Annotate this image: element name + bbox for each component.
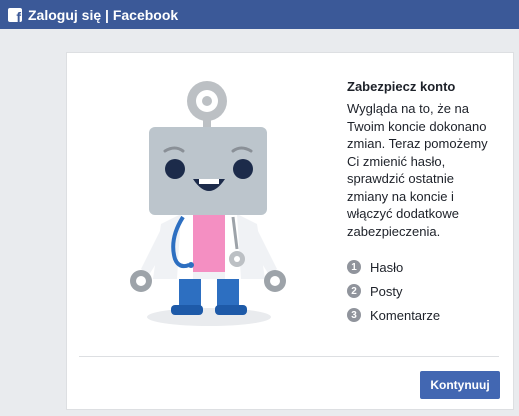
secure-account-card: Zabezpiecz konto Wygląda na to, że na Tw… [66,52,514,410]
description-text: Wygląda na to, że na Twoim koncie dokona… [347,101,488,239]
footer-divider [79,356,499,357]
right-foot [215,305,247,315]
list-item-step-2: 2 Posty [347,279,497,303]
left-eye [165,159,185,179]
steps-list: 1 Hasło 2 Posty 3 Komentarze [347,255,497,327]
window-title: Zaloguj się | Facebook [28,6,179,23]
right-edge [514,29,519,416]
stethoscope-end [188,262,194,268]
head-mirror-center [202,96,212,106]
page-title: Zabezpiecz konto [347,79,456,94]
step-number-badge: 3 [347,308,361,322]
facebook-logo-letter: f [16,8,21,22]
step-number-badge: 1 [347,260,361,274]
title-bar: f Zaloguj się | Facebook [0,0,519,29]
list-item-step-3: 3 Komentarze [347,303,497,327]
step-label: Hasło [370,259,404,275]
list-item-step-1: 1 Hasło [347,255,497,279]
left-hand-gap [136,276,146,286]
content-column: Zabezpiecz konto Wygląda na to, że na Tw… [347,79,497,327]
continue-button[interactable]: Kontynuuj [420,371,500,399]
shirt [193,214,225,272]
teeth [199,179,219,184]
robot-doctor-illustration [130,81,286,326]
step-label: Komentarze [370,307,441,323]
stethoscope-chestpiece-center [234,256,240,262]
left-foot [171,305,203,315]
step-label: Posty [370,283,403,299]
facebook-logo-icon: f [8,7,22,22]
right-eye [233,159,253,179]
right-hand-gap [270,276,280,286]
step-number-badge: 2 [347,284,361,298]
shadow [147,308,271,326]
